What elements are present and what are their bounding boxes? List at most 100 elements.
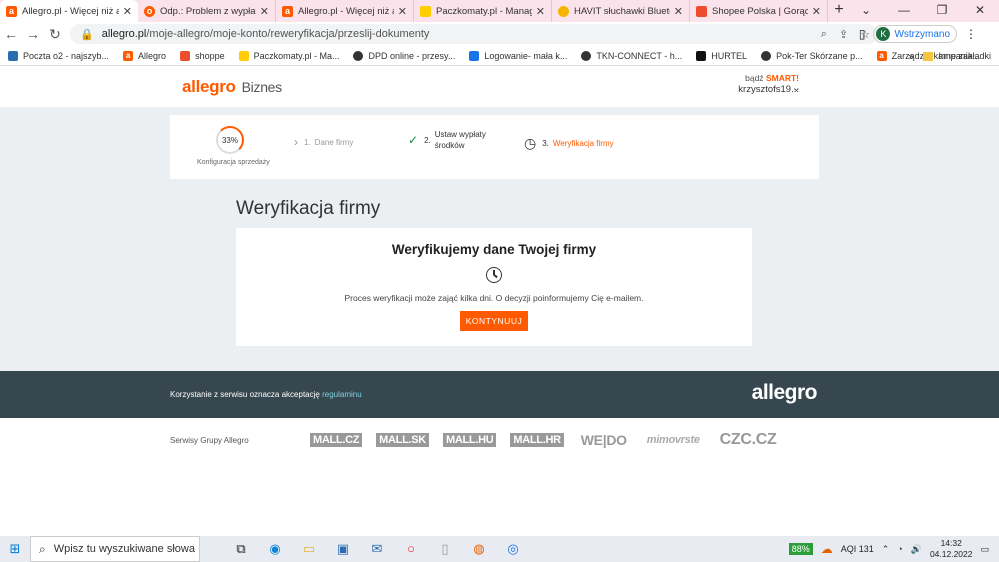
step-label: Ustaw wypłaty środków [434, 130, 486, 150]
bookmark-item[interactable]: DPD online - przesy... [353, 50, 455, 61]
bookmark-item[interactable]: HURTEL [696, 50, 748, 61]
url-domain: allegro.pl [101, 28, 147, 40]
lock-icon[interactable]: 🔒 [80, 28, 94, 41]
bookmark-favicon-icon: a [123, 50, 134, 61]
tab-title: Shopee Polska | Gorące ofe [712, 5, 808, 17]
aqi-indicator[interactable]: AQI 131 [841, 544, 874, 554]
chevron-up-icon[interactable]: ⌃ [882, 544, 890, 555]
footer-logo[interactable]: allegro [752, 381, 818, 405]
allegro-biznes-logo[interactable]: allegro Biznes [182, 77, 282, 97]
step-label: Dane firmy [314, 137, 354, 147]
close-tab-icon[interactable]: ✕ [536, 5, 545, 18]
step-weryfikacja[interactable]: ◷ 3. Weryfikacja firmy [524, 135, 614, 152]
task-view-icon[interactable]: ⧉ [230, 541, 252, 557]
notifications-icon[interactable]: ▭ [980, 544, 989, 555]
forward-icon[interactable]: → [22, 26, 44, 42]
bookmark-item[interactable]: Poczta o2 - najszyb... [8, 50, 109, 61]
brand-czc[interactable]: CZC.CZ [717, 432, 780, 448]
close-tab-icon[interactable]: ✕ [398, 5, 407, 18]
outlook-favicon-icon: o [144, 5, 155, 17]
footer-terms: Korzystanie z serwisu oznacza akceptację… [170, 390, 362, 399]
terms-link[interactable]: regulaminu [322, 390, 362, 399]
bookmark-favicon-icon [696, 50, 707, 61]
tab-title: Allegro.pl - Więcej niż aukc [22, 5, 119, 17]
continue-button[interactable]: KONTYNUUJ [460, 311, 528, 331]
maximize-icon[interactable]: ❐ [923, 0, 961, 22]
brand-wedo[interactable]: WE|DO [578, 433, 630, 447]
logo-text: allegro [182, 77, 236, 96]
browser-tab[interactable]: a Allegro.pl - Więcej niż aukc ✕ [0, 0, 138, 22]
url-bar[interactable]: 🔒 allegro.pl/moje-allegro/moje-konto/rew… [70, 24, 878, 44]
zoom-icon[interactable]: ⌕ [821, 28, 827, 41]
battery-indicator[interactable]: 88% [788, 543, 813, 555]
chevron-down-icon[interactable]: ⌄ [792, 81, 801, 94]
taskbar: ⊞ ⌕ Wpisz tu wyszukiwane słowa ⧉ ◉ ▭ ▣ ✉… [0, 536, 999, 562]
taskbar-search[interactable]: ⌕ Wpisz tu wyszukiwane słowa [30, 536, 200, 562]
brand-mall-hu[interactable]: MALL.HU [442, 433, 497, 447]
bookmark-item[interactable]: Logowanie- mała k... [469, 50, 568, 61]
tab-search-icon[interactable]: ⌄ [847, 0, 885, 22]
bookmark-label: Logowanie- mała k... [484, 50, 568, 61]
bookmark-item[interactable]: Paczkomaty.pl - Ma... [238, 50, 340, 61]
clock-time: 14:32 [940, 538, 962, 548]
sidebar-icon[interactable]: ▯ [859, 27, 866, 41]
clock[interactable]: 14:32 04.12.2022 [930, 538, 973, 560]
bookmark-favicon-icon: a [876, 50, 887, 61]
close-tab-icon[interactable]: ✕ [123, 5, 132, 18]
bookmark-label: Paczkomaty.pl - Ma... [253, 50, 340, 61]
file-explorer-icon[interactable]: ▭ [298, 541, 320, 557]
brand-mall-cz[interactable]: MALL.CZ [310, 433, 363, 447]
step-dane-firmy[interactable]: › 1. Dane firmy [294, 135, 353, 149]
volume-icon[interactable]: 🔊 [911, 544, 922, 555]
brand-mimovrste[interactable]: mimovrste [644, 433, 703, 447]
minimize-icon[interactable]: — [885, 0, 923, 22]
brand-mall-hr[interactable]: MALL.HR [510, 433, 564, 447]
other-bookmarks[interactable]: Inne zakładki [923, 50, 991, 62]
close-tab-icon[interactable]: ✕ [812, 5, 821, 18]
file-icon[interactable]: ▯ [434, 541, 456, 557]
setup-steps: 33% Konfiguracja sprzedaży › 1. Dane firm… [170, 115, 819, 179]
clock-icon [486, 267, 502, 283]
bookmark-item[interactable]: a Allegro [123, 50, 166, 61]
store-icon[interactable]: ▣ [332, 541, 354, 557]
account-menu[interactable]: bądź SMART! krzysztofs19... [738, 73, 799, 95]
footer-text: Korzystanie z serwisu oznacza akceptację [170, 390, 320, 399]
firefox-icon[interactable]: ◍ [468, 541, 490, 557]
menu-icon[interactable]: ⋮ [965, 27, 977, 41]
brand-mall-sk[interactable]: MALL.SK [376, 433, 429, 447]
close-tab-icon[interactable]: ✕ [260, 5, 269, 18]
opera-icon[interactable]: ○ [400, 541, 422, 557]
browser-tab[interactable]: HAVIT słuchawki Bluetooth ✕ [552, 0, 690, 22]
bookmark-item[interactable]: Pok-Ter Skórzane p... [761, 50, 863, 61]
url-path: /moje-allegro/moje-konto/reweryfikacja/p… [146, 28, 430, 40]
browser-tab[interactable]: Paczkomaty.pl - Manager p ✕ [414, 0, 552, 22]
close-window-icon[interactable]: ✕ [961, 0, 999, 22]
bookmark-label: TKN-CONNECT - h... [596, 50, 683, 61]
bookmark-favicon-icon [180, 50, 191, 61]
bookmark-item[interactable]: TKN-CONNECT - h... [581, 50, 683, 61]
browser-tab[interactable]: Shopee Polska | Gorące ofe ✕ [690, 0, 828, 22]
mail-icon[interactable]: ✉ [366, 541, 388, 557]
share-icon[interactable]: ⇪ [839, 28, 848, 41]
edge-icon[interactable]: ◉ [264, 541, 286, 557]
bookmark-item[interactable]: shoppe [180, 50, 225, 61]
step-wyplaty[interactable]: ✓ 2. Ustaw wypłaty środków [408, 129, 495, 151]
profile-button[interactable]: K Wstrzymano [873, 25, 957, 43]
step-label: Weryfikacja firmy [552, 139, 614, 148]
browser-tab[interactable]: a Allegro.pl - Więcej niż aukc ✕ [276, 0, 414, 22]
system-tray: 88% ☁ AQI 131 ⌃ ◔ 🔊 14:32 04.12.2022 ▭ [788, 536, 999, 562]
bookmark-label: HURTEL [711, 50, 748, 61]
main-content: 33% Konfiguracja sprzedaży › 1. Dane firm… [0, 107, 999, 371]
window-controls: ⌄ — ❐ ✕ [847, 0, 999, 22]
more-bookmarks-button[interactable]: » [908, 51, 913, 61]
bookmark-label: Pok-Ter Skórzane p... [776, 50, 863, 61]
reload-icon[interactable]: ↻ [44, 26, 66, 43]
back-icon[interactable]: ← [0, 26, 22, 42]
browser-tab[interactable]: o Odp.: Problem z wypłatą śr ✕ [138, 0, 276, 22]
close-tab-icon[interactable]: ✕ [674, 5, 683, 18]
chrome-icon[interactable]: ◎ [502, 541, 524, 557]
progress-value: 33% [221, 135, 238, 145]
other-bookmarks-label: Inne zakładki [938, 50, 991, 61]
network-icon[interactable]: ◔ [897, 544, 902, 554]
windows-start-icon[interactable]: ⊞ [0, 541, 30, 557]
